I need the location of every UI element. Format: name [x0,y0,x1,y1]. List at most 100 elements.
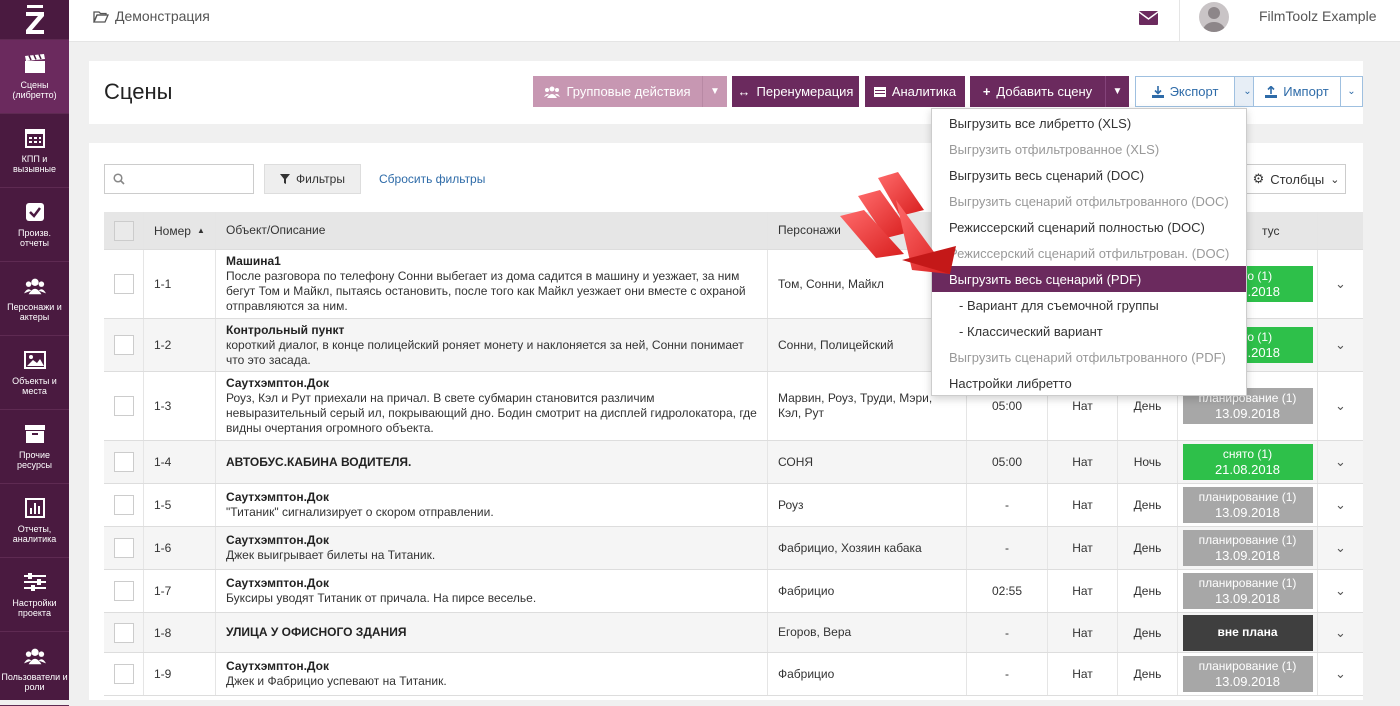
row-checkbox[interactable] [113,622,134,643]
status-badge[interactable]: планирование (1) 13.09.2018 [1182,530,1313,566]
nav-item-8[interactable]: Пользователи и роли [0,632,69,706]
nav-item-1[interactable]: КПП и вызывные [0,114,69,188]
export-menu-item[interactable]: Выгрузить весь сценарий (DOC) [932,162,1246,188]
breadcrumb[interactable]: Демонстрация [93,8,210,24]
status-date: 13.09.2018 [1214,548,1281,563]
nav-item-2[interactable]: Произв. отчеты [0,188,69,262]
nav-item-label: Объекты и места [12,375,57,396]
row-checkbox[interactable] [113,274,134,294]
scene-daytime: День [1118,484,1178,526]
table-row[interactable]: 1-6 Саутхэмптон.Док Джек выигрывает билеты… [104,527,1363,570]
scene-number: 1-2 [144,319,216,371]
status-badge[interactable]: снято (1) 21.08.2018 [1182,444,1313,480]
row-expand[interactable]: ⌄ [1318,441,1363,483]
scene-time: - [967,484,1048,526]
status-badge[interactable]: планирование (1) 13.09.2018 [1182,573,1313,609]
row-expand[interactable]: ⌄ [1318,484,1363,526]
export-menu-item[interactable]: - Классический вариант [932,318,1246,344]
export-menu-item[interactable]: Режиссерский сценарий полностью (DOC) [932,214,1246,240]
avatar[interactable] [1199,2,1229,32]
chevron-down-icon: ⌄ [1330,173,1340,186]
row-select-cell [104,653,144,695]
renumber-button[interactable]: ↔ Перенумерация [732,76,859,107]
row-expand[interactable]: ⌄ [1318,527,1363,569]
row-select-cell [104,319,144,371]
user-name[interactable]: FilmToolz Example [1259,8,1376,24]
export-menu-item[interactable]: Выгрузить все либретто (XLS) [932,110,1246,136]
nav-item-6[interactable]: Отчеты, аналитика [0,484,69,558]
row-checkbox[interactable] [113,538,134,558]
nav-item-0[interactable]: Сцены (либретто) [0,40,69,114]
scene-title: Контрольный пункт [226,322,345,337]
mail-icon[interactable] [1138,11,1159,28]
scene-number: 1-1 [144,250,216,318]
export-menu-item[interactable]: Настройки либретто [932,370,1246,396]
nav-item-label: Прочие ресурсы [17,449,52,470]
table-row[interactable]: 1-7 Саутхэмптон.Док Буксиры уводят Титаник… [104,570,1363,613]
chevron-down-icon: ⌄ [1335,276,1346,291]
export-menu-item[interactable]: Выгрузить весь сценарий (PDF) [932,266,1246,292]
analytics-button[interactable]: Аналитика [865,76,965,107]
group-actions-button[interactable]: Групповые действия [533,76,702,107]
bar-chart-icon [24,497,46,518]
nav-item-7[interactable]: Настройки проекта [0,558,69,632]
row-checkbox[interactable] [113,581,134,601]
breadcrumb-project[interactable]: Демонстрация [115,8,210,24]
page-title: Сцены [104,79,173,104]
columns-button[interactable]: ⚙ Столбцы ⌄ [1246,164,1346,194]
row-checkbox[interactable] [113,335,134,355]
add-scene-caret[interactable]: ▼ [1105,76,1129,107]
header-number[interactable]: Номер ▲ [144,212,216,249]
table-row[interactable]: 1-8 УЛИЦА У ОФИСНОГО ЗДАНИЯ Егоров, Вера - Н… [104,613,1363,653]
status-date: 21.08.2018 [1214,462,1281,477]
sort-asc-icon: ▲ [196,226,205,235]
export-label: Экспорт [1169,84,1219,99]
reset-filters-link[interactable]: Сбросить фильтры [379,172,485,186]
chevron-down-icon: ⌄ [1243,86,1252,97]
row-checkbox[interactable] [113,396,134,416]
group-actions-caret[interactable]: ▼ [702,76,727,107]
nav-item-5[interactable]: Прочие ресурсы [0,410,69,484]
table-row[interactable]: 1-4 АВТОБУС.КАБИНА ВОДИТЕЛЯ. СОНЯ 05:00 Нат Н… [104,441,1363,484]
export-menu-item: Выгрузить отфильтрованное (XLS) [949,141,1160,157]
status-badge[interactable]: планирование (1) 13.09.2018 [1182,487,1313,523]
chevron-down-icon: ⌄ [1335,540,1346,555]
row-checkbox[interactable] [113,664,134,684]
export-button[interactable]: Экспорт [1135,76,1235,107]
add-scene-button[interactable]: + Добавить сцену [970,76,1105,107]
chevron-down-icon: ⌄ [1335,337,1346,352]
scene-object: УЛИЦА У ОФИСНОГО ЗДАНИЯ [216,613,768,652]
status-label: вне плана [1217,625,1278,639]
scene-object: Саутхэмптон.Док Джек и Фабрицио успевают … [216,653,768,695]
row-select-cell [104,484,144,526]
row-checkbox[interactable] [113,495,134,515]
search-input[interactable] [104,164,254,194]
header-object[interactable]: Объект/Описание [216,212,768,249]
row-expand[interactable]: ⌄ [1318,613,1363,652]
filters-label: Фильтры [296,172,345,186]
row-expand[interactable]: ⌄ [1318,250,1363,318]
download-icon [1151,85,1164,98]
row-expand[interactable]: ⌄ [1318,319,1363,371]
status-cell: планирование (1) 13.09.2018 [1178,527,1318,569]
table-row[interactable]: 1-5 Саутхэмптон.Док "Титаник" сигнализируе… [104,484,1363,527]
status-badge[interactable]: планирование (1) 13.09.2018 [1182,656,1313,692]
status-badge[interactable]: вне плана [1182,614,1313,651]
row-expand[interactable]: ⌄ [1318,653,1363,695]
chevron-down-icon: ⌄ [1335,398,1346,413]
filters-button[interactable]: Фильтры [264,164,361,194]
select-all-checkbox[interactable] [113,220,134,241]
app-logo[interactable] [0,0,69,40]
import-caret[interactable]: ⌄ [1340,76,1363,107]
logo-z-icon [25,4,44,34]
row-checkbox[interactable] [113,452,134,472]
import-button[interactable]: Импорт [1253,76,1341,107]
export-menu-item[interactable]: - Вариант для съемочной группы [932,292,1246,318]
nav-item-4[interactable]: Объекты и места [0,336,69,410]
row-select-cell [104,570,144,612]
row-expand[interactable]: ⌄ [1318,372,1363,440]
table-row[interactable]: 1-9 Саутхэмптон.Док Джек и Фабрицио успева… [104,653,1363,696]
nav-item-3[interactable]: Персонажи и актеры [0,262,69,336]
row-expand[interactable]: ⌄ [1318,570,1363,612]
scene-title: Саутхэмптон.Док [226,576,329,590]
